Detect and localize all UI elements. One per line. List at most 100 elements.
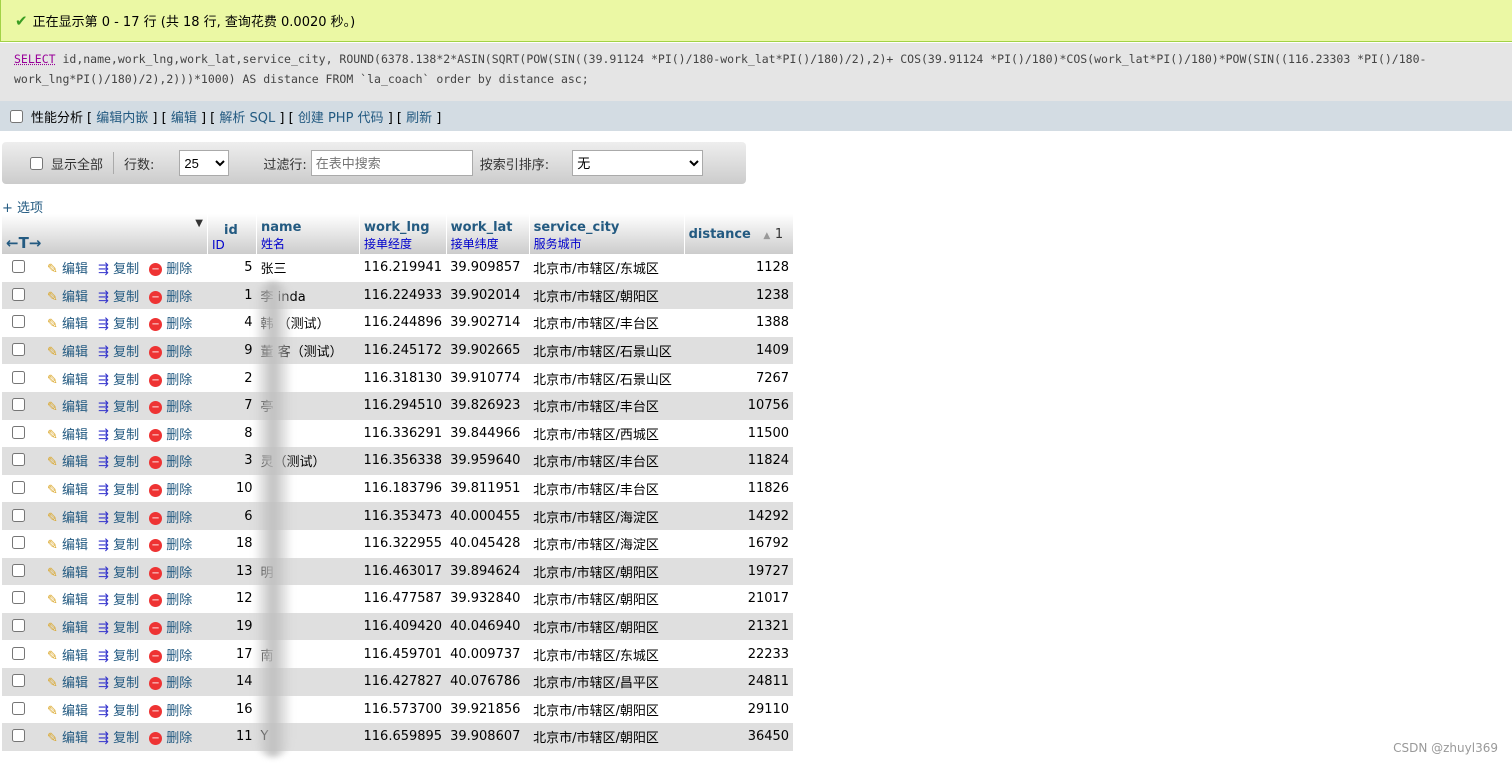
column-header-distance[interactable]: distance ▲ 1 xyxy=(684,214,794,254)
cell-id[interactable]: 7 xyxy=(207,391,257,420)
cell-id[interactable]: 12 xyxy=(207,585,257,613)
tool-link[interactable]: 解析 SQL xyxy=(219,111,275,126)
profiling-checkbox[interactable] xyxy=(10,109,23,123)
cell-distance[interactable]: 16792 xyxy=(684,529,794,558)
cell-distance[interactable]: 1128 xyxy=(684,254,794,282)
cell-distance[interactable]: 36450 xyxy=(684,723,794,751)
cell-work_lat[interactable]: 40.076786 xyxy=(446,667,530,696)
column-menu-icon[interactable]: ▼ xyxy=(195,218,203,229)
copy-button[interactable]: ⇶ 复制 xyxy=(98,455,139,470)
cell-service_city[interactable]: 北京市/市辖区/丰台区 xyxy=(529,447,685,475)
cell-distance[interactable]: 19727 xyxy=(684,557,794,586)
row-checkbox[interactable] xyxy=(12,453,25,467)
sort-select[interactable]: 无 xyxy=(572,150,704,176)
cell-distance[interactable]: 14292 xyxy=(684,502,794,530)
cell-work_lng[interactable]: 116.336291 xyxy=(359,419,447,448)
column-name[interactable]: service_city xyxy=(534,220,620,235)
delete-button[interactable]: − 删除 xyxy=(149,511,192,526)
cell-distance[interactable]: 1238 xyxy=(684,281,794,310)
edit-button[interactable]: ✎ 编辑 xyxy=(47,345,88,360)
edit-button[interactable]: ✎ 编辑 xyxy=(47,731,88,746)
rows-select[interactable]: 25 xyxy=(179,150,230,176)
edit-button[interactable]: ✎ 编辑 xyxy=(47,704,88,719)
delete-button[interactable]: − 删除 xyxy=(149,428,192,443)
cell-work_lat[interactable]: 39.902014 xyxy=(446,281,530,310)
row-checkbox[interactable] xyxy=(12,287,25,301)
cell-service_city[interactable]: 北京市/市辖区/东城区 xyxy=(529,640,685,668)
copy-button[interactable]: ⇶ 复制 xyxy=(98,704,139,719)
cell-service_city[interactable]: 北京市/市辖区/昌平区 xyxy=(529,667,685,696)
cell-id[interactable]: 6 xyxy=(207,502,257,530)
cell-work_lat[interactable]: 40.046940 xyxy=(446,612,530,641)
cell-distance[interactable]: 1388 xyxy=(684,309,794,337)
cell-work_lng[interactable]: 116.294510 xyxy=(359,391,447,420)
cell-work_lng[interactable]: 116.463017 xyxy=(359,557,447,586)
row-checkbox[interactable] xyxy=(12,260,25,274)
cell-work_lat[interactable]: 39.921856 xyxy=(446,695,530,724)
cell-id[interactable]: 17 xyxy=(207,640,257,668)
cell-work_lat[interactable]: 39.910774 xyxy=(446,364,530,392)
delete-button[interactable]: − 删除 xyxy=(149,731,192,746)
cell-name[interactable]: 张三 xyxy=(256,254,360,282)
edit-button[interactable]: ✎ 编辑 xyxy=(47,455,88,470)
cell-service_city[interactable]: 北京市/市辖区/丰台区 xyxy=(529,474,685,503)
cell-work_lng[interactable]: 116.322955 xyxy=(359,529,447,558)
cell-service_city[interactable]: 北京市/市辖区/朝阳区 xyxy=(529,281,685,310)
cell-work_lng[interactable]: 116.477587 xyxy=(359,585,447,613)
copy-button[interactable]: ⇶ 复制 xyxy=(98,649,139,664)
cell-work_lat[interactable]: 40.000455 xyxy=(446,502,530,530)
cell-id[interactable]: 3 xyxy=(207,447,257,475)
sql-select-keyword[interactable]: SELECT xyxy=(14,52,56,66)
cell-id[interactable]: 4 xyxy=(207,309,257,337)
delete-button[interactable]: − 删除 xyxy=(149,345,192,360)
cell-work_lat[interactable]: 40.045428 xyxy=(446,529,530,558)
cell-work_lat[interactable]: 40.009737 xyxy=(446,640,530,668)
copy-button[interactable]: ⇶ 复制 xyxy=(98,428,139,443)
row-checkbox[interactable] xyxy=(12,701,25,715)
cell-work_lat[interactable]: 39.902714 xyxy=(446,309,530,337)
column-arrows-icon[interactable]: ←T→ xyxy=(6,234,41,252)
cell-id[interactable]: 2 xyxy=(207,364,257,392)
cell-work_lng[interactable]: 116.219941 xyxy=(359,254,447,282)
edit-button[interactable]: ✎ 编辑 xyxy=(47,483,88,498)
cell-service_city[interactable]: 北京市/市辖区/朝阳区 xyxy=(529,695,685,724)
tool-link[interactable]: 创建 PHP 代码 xyxy=(298,111,384,126)
cell-work_lat[interactable]: 39.811951 xyxy=(446,474,530,503)
column-name[interactable]: distance xyxy=(689,227,751,242)
cell-work_lng[interactable]: 116.224933 xyxy=(359,281,447,310)
row-checkbox[interactable] xyxy=(12,481,25,495)
tool-link[interactable]: 刷新 xyxy=(406,111,432,126)
edit-button[interactable]: ✎ 编辑 xyxy=(47,262,88,277)
cell-distance[interactable]: 11500 xyxy=(684,419,794,448)
cell-distance[interactable]: 7267 xyxy=(684,364,794,392)
edit-button[interactable]: ✎ 编辑 xyxy=(47,621,88,636)
edit-button[interactable]: ✎ 编辑 xyxy=(47,538,88,553)
edit-button[interactable]: ✎ 编辑 xyxy=(47,593,88,608)
copy-button[interactable]: ⇶ 复制 xyxy=(98,731,139,746)
column-name[interactable]: work_lat xyxy=(451,220,513,235)
row-checkbox[interactable] xyxy=(12,674,25,688)
copy-button[interactable]: ⇶ 复制 xyxy=(98,566,139,581)
row-checkbox[interactable] xyxy=(12,343,25,357)
delete-button[interactable]: − 删除 xyxy=(149,593,192,608)
delete-button[interactable]: − 删除 xyxy=(149,483,192,498)
column-name[interactable]: id xyxy=(212,223,238,238)
cell-service_city[interactable]: 北京市/市辖区/朝阳区 xyxy=(529,585,685,613)
cell-distance[interactable]: 11824 xyxy=(684,447,794,475)
cell-work_lat[interactable]: 39.932840 xyxy=(446,585,530,613)
filter-input[interactable] xyxy=(310,150,473,176)
edit-button[interactable]: ✎ 编辑 xyxy=(47,317,88,332)
delete-button[interactable]: − 删除 xyxy=(149,538,192,553)
cell-work_lng[interactable]: 116.409420 xyxy=(359,612,447,641)
row-checkbox[interactable] xyxy=(12,536,25,550)
row-checkbox[interactable] xyxy=(12,370,25,384)
cell-work_lat[interactable]: 39.909857 xyxy=(446,254,530,282)
cell-id[interactable]: 13 xyxy=(207,557,257,586)
cell-distance[interactable]: 21017 xyxy=(684,585,794,613)
cell-service_city[interactable]: 北京市/市辖区/朝阳区 xyxy=(529,557,685,586)
cell-work_lng[interactable]: 116.183796 xyxy=(359,474,447,503)
cell-work_lat[interactable]: 39.959640 xyxy=(446,447,530,475)
copy-button[interactable]: ⇶ 复制 xyxy=(98,676,139,691)
copy-button[interactable]: ⇶ 复制 xyxy=(98,483,139,498)
column-name[interactable]: work_lng xyxy=(364,220,430,235)
